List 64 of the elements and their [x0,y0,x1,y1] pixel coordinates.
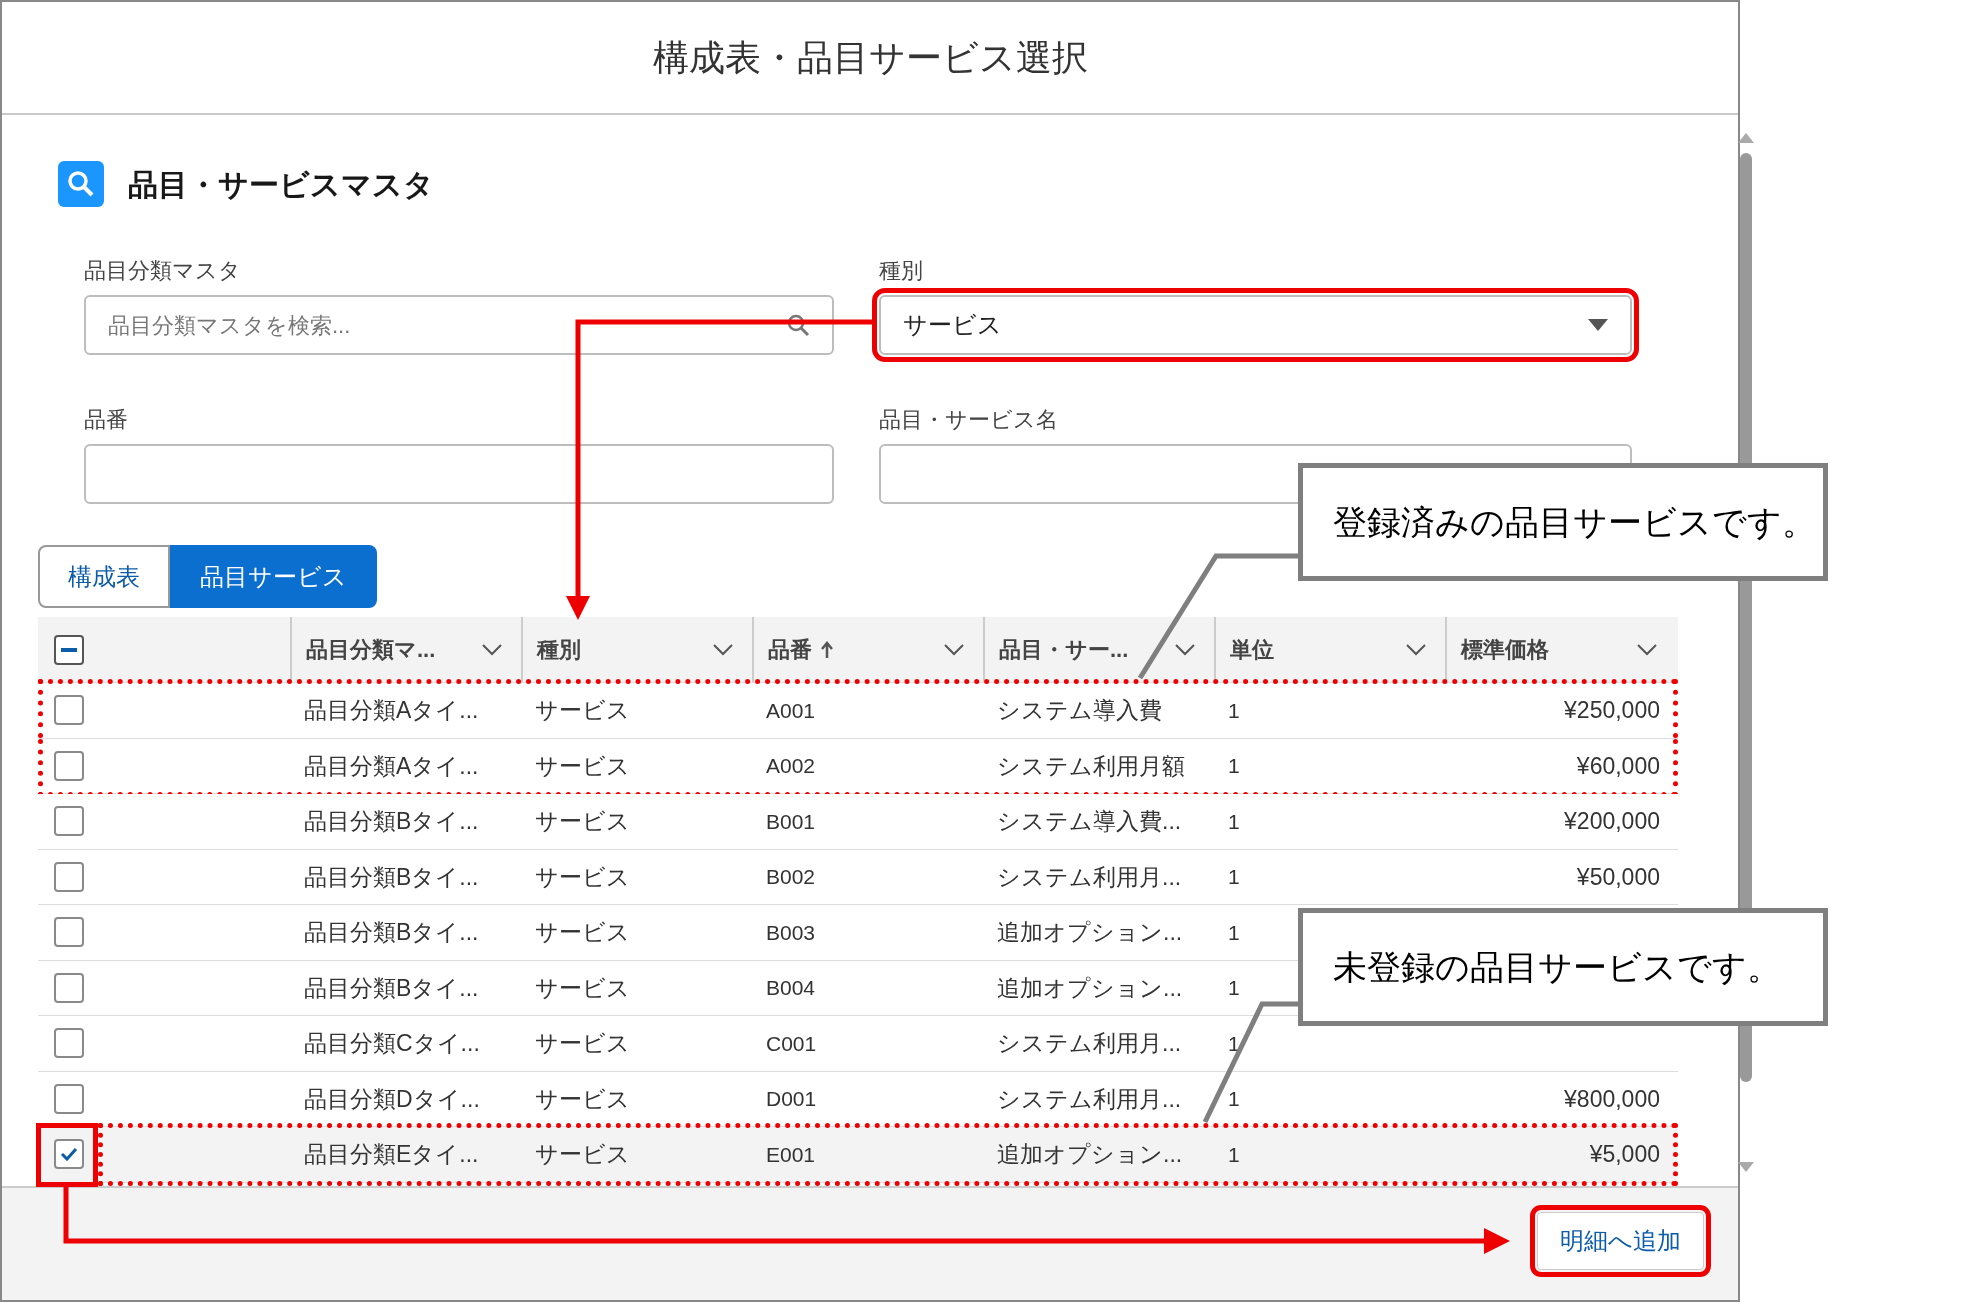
column-title: 種別 [537,636,581,664]
column-title: 標準価格 [1461,636,1549,664]
column-title: 品番 [768,636,812,664]
column-title: 品目・サー... [999,636,1129,664]
table-cell-text: 1 [1228,1030,1240,1057]
table-cell-text: B002 [766,864,816,890]
field-label: 品番 [84,406,129,434]
dialog-title: 構成表・品目サービス選択 [652,35,1088,80]
table-cell-text: 品目分類Bタイ... [304,807,479,836]
section-title: 品目・サービスマスタ [128,166,434,203]
table-cell-text: ¥250,000 [1564,696,1660,725]
table-cell-text: サービス [535,751,630,781]
table-cell-text: ¥50,000 [1576,862,1660,892]
column-title: 単位 [1230,636,1274,664]
field-label: 品目分類マスタ [84,257,242,285]
table-cell-text: D001 [766,1086,817,1112]
table-cell-text: 追加オプション... [997,1140,1183,1169]
table-cell-text: 品目分類Eタイ... [304,1140,479,1169]
table-cell-text: ¥200,000 [1564,807,1660,836]
table-cell-text: 1 [1228,975,1240,1001]
table-cell-text: 1 [1228,753,1240,779]
table-cell-text: 追加オプション... [997,918,1183,947]
table-cell-text: システム利用月... [997,1029,1182,1058]
table-cell-text: A001 [766,697,816,724]
table-cell-text: ¥800,000 [1564,1084,1660,1114]
callout-text: 登録済みの品目サービスです。 [1333,501,1816,543]
table-cell-text: 品目分類Bタイ... [304,918,479,947]
table-cell-text: システム利用月... [997,862,1182,892]
table-cell-text: 品目分類Dタイ... [304,1084,480,1114]
table-cell-text: サービス [535,973,630,1003]
table-cell-text: サービス [535,862,630,892]
table-cell-text: システム利用月額 [997,751,1185,781]
table-cell-text: サービス [535,1084,630,1114]
table-cell-text: 品目分類Bタイ... [304,862,479,892]
table-cell-text: サービス [535,918,630,947]
column-title: 品目分類マ... [306,636,436,664]
table-cell-text: サービス [535,1140,630,1169]
table-cell-text: サービス [535,807,630,836]
table-cell-text: システム導入費 [997,696,1162,725]
table-cell-text: C001 [766,1030,817,1057]
field-label: 品目・サービス名 [879,406,1059,434]
table-cell-text: 品目分類Aタイ... [304,751,479,781]
table-cell-text: システム導入費... [997,807,1182,836]
table-cell-text: 1 [1228,808,1240,835]
table-cell-text: 1 [1228,1086,1240,1112]
table-cell-text: 品目分類Bタイ... [304,973,479,1003]
table-cell-text: 1 [1228,864,1240,890]
table-cell-text: 1 [1228,1141,1240,1168]
table-cell-text: 品目分類Cタイ... [304,1029,480,1058]
table-cell-text: サービス [535,696,630,725]
field-label: 種別 [879,257,924,285]
table-cell-text: サービス [535,1029,630,1058]
table-cell-text: システム利用月... [997,1084,1182,1114]
table-cell-text: B001 [766,808,816,835]
table-cell-text: ¥60,000 [1576,751,1660,781]
table-cell-text: B003 [766,919,816,946]
table-cell-text: A002 [766,753,816,779]
table-cell-text: B004 [766,975,816,1001]
table-cell-text: ¥5,000 [1589,1140,1660,1169]
table-cell-text: 追加オプション... [997,973,1183,1003]
table-cell-text: 品目分類Aタイ... [304,696,479,725]
table-cell-text: E001 [766,1141,816,1168]
table-cell-text: 1 [1228,697,1240,724]
table-cell-text: 1 [1228,919,1240,946]
